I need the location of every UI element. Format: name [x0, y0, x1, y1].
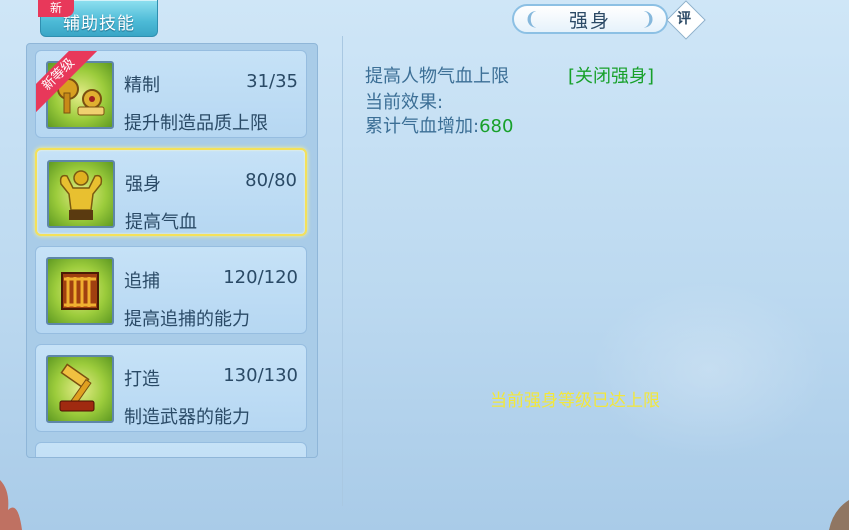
- skill-name: 强身: [125, 174, 161, 195]
- skill-desc: 提高气血: [125, 212, 197, 233]
- skill-name: 精制: [124, 75, 160, 96]
- skill-level: 130/130: [223, 365, 298, 386]
- detail-title: 强身: [568, 9, 611, 32]
- cage-icon: [46, 257, 114, 325]
- skill-name: 追捕: [124, 271, 160, 292]
- skill-card-refine[interactable]: 新等级 精制 31/35 提升制造品质上限: [35, 50, 307, 138]
- effect-line3: 累计气血增加:680: [365, 112, 513, 138]
- skill-list[interactable]: 新等级 精制 31/35 提升制造品质上限 强身 80/80 提高气血 追捕 1…: [26, 43, 318, 458]
- hammer-anvil-icon: [46, 355, 114, 423]
- left-swirl-icon: ❨: [524, 9, 540, 30]
- right-corner-ornament: [829, 500, 849, 530]
- skill-level: 31/35: [246, 71, 298, 92]
- hp-increase-value: 680: [479, 116, 514, 137]
- skill-card-partial[interactable]: [35, 442, 307, 457]
- skill-level: 120/120: [223, 267, 298, 288]
- skill-name: 打造: [124, 369, 160, 390]
- new-badge: 新: [38, 0, 74, 17]
- skill-level: 80/80: [245, 170, 297, 191]
- right-swirl-icon: ❩: [640, 9, 656, 30]
- skill-card-strengthen[interactable]: 强身 80/80 提高气血: [35, 148, 307, 236]
- skill-desc: 制造武器的能力: [124, 407, 250, 428]
- rate-label[interactable]: 评: [677, 8, 691, 28]
- detail-title-banner: ❨ 强身 ❩: [512, 4, 668, 34]
- hp-increase-label: 累计气血增加:: [365, 116, 480, 137]
- panel-divider: [342, 36, 343, 506]
- close-strengthen-link[interactable]: [关闭强身]: [568, 62, 654, 88]
- skill-desc: 提高追捕的能力: [124, 309, 250, 330]
- effect-line2: 当前效果:: [365, 92, 444, 113]
- left-corner-ornament: [0, 480, 22, 530]
- muscle-man-icon: [47, 160, 115, 228]
- lotus-watermark: [589, 280, 829, 460]
- skill-desc: 提升制造品质上限: [124, 113, 268, 134]
- max-level-message: 当前强身等级已达上限: [490, 391, 660, 411]
- skill-card-pursuit[interactable]: 追捕 120/120 提高追捕的能力: [35, 246, 307, 334]
- effect-line1: 提高人物气血上限: [365, 66, 509, 87]
- skill-card-forge[interactable]: 打造 130/130 制造武器的能力: [35, 344, 307, 432]
